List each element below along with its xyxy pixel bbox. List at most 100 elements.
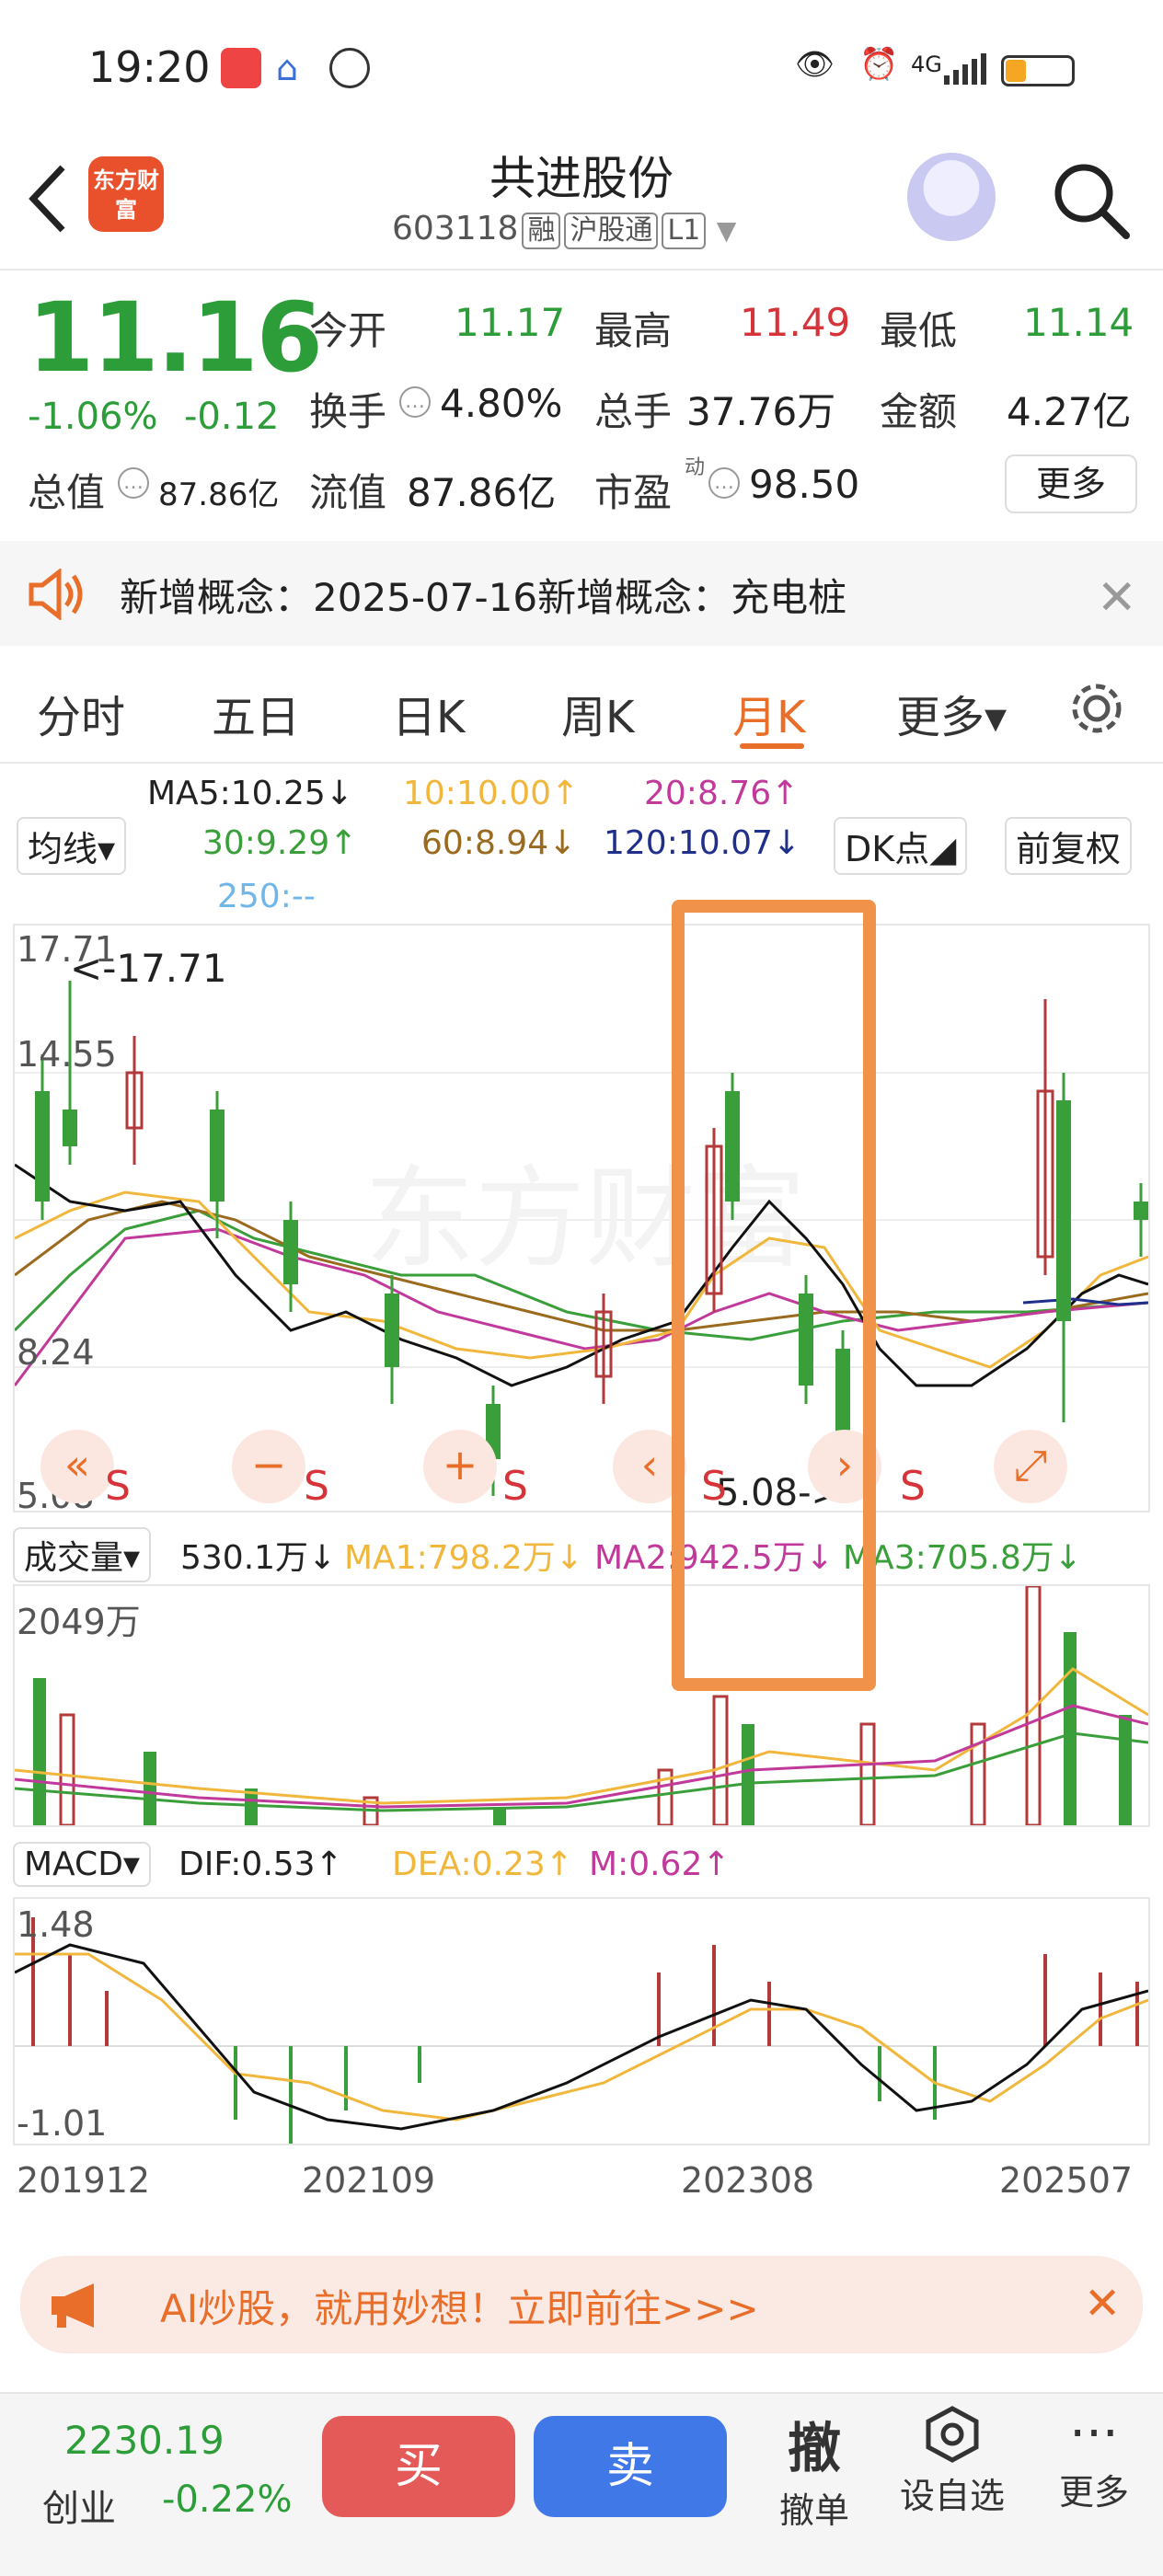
ma10-value: 10:10.00↑ [403,775,580,812]
turnover-value: 4.80% [440,381,563,426]
macd-selector[interactable]: MACD▾ [13,1842,151,1887]
macd-bottom-label: -1.01 [17,2103,108,2144]
active-tab-indicator [740,743,804,749]
cancel-order-button[interactable]: 撤 撤单 [754,2405,874,2533]
divider [0,269,1163,270]
turnover-label: 换手 [309,389,387,434]
eye-icon: 👁 [795,46,835,83]
sell-signal-marker: S [502,1463,528,1510]
tag-margin: 融 [522,213,561,249]
tag-level: L1 [662,213,707,249]
kline-chart[interactable]: 东方财富 [13,924,1150,1512]
low-label: 最低 [880,308,958,353]
signal-icon [944,53,988,85]
amount-label: 金额 [880,389,958,434]
tab-daily-k[interactable]: 日K [392,681,465,745]
cancel-label: 撤单 [778,2490,849,2531]
macd-chart[interactable] [13,1897,1150,2145]
gear-icon[interactable] [1067,679,1126,738]
kline-y-2: 14.55 [17,1034,117,1075]
x-axis-label: 202308 [681,2160,815,2201]
search-icon[interactable] [1049,158,1132,241]
volume-ma1: MA1:798.2万↓ [344,1539,583,1577]
app-notification-icon [221,48,261,88]
x-axis-label: 201912 [17,2160,151,2201]
more-dots-icon: ··· [1069,2404,1119,2464]
fullscreen-button[interactable]: ⤢ [994,1430,1067,1503]
macd-dea: DEA:0.23↑ [392,1846,573,1883]
tab-more[interactable]: 更多▾ [896,681,1007,745]
close-icon[interactable]: ✕ [1084,2278,1121,2329]
volume-ma3: MA3:705.8万↓ [843,1539,1082,1577]
tab-five-day[interactable]: 五日 [212,681,300,745]
notice-text: 新增概念：2025-07-16新增概念：充电桩 [120,575,847,620]
cancel-icon: 撤 [787,2417,841,2479]
high-label: 最高 [594,308,673,353]
scroll-left-fast-button[interactable]: « [40,1430,114,1503]
total-mv-label: 总值 [28,470,106,515]
float-mv-label: 流值 [309,470,387,515]
pe-dynamic-mark: 动 [685,456,706,479]
sell-signal-marker: S [900,1463,926,1510]
quote-more-button[interactable]: 更多 [1005,454,1137,513]
volume-current: 530.1万↓ [180,1539,337,1577]
tab-intraday[interactable]: 分时 [37,681,125,745]
status-time: 19:20 [88,42,211,92]
ma5-value: MA5:10.25↓ [147,775,353,812]
high-value: 11.49 [740,300,851,345]
network-indicator: 4G [911,52,942,77]
open-label: 今开 [309,308,387,353]
volume-value: 37.76万 [686,389,836,434]
index-name: 创业 [42,2488,116,2530]
ma120-value: 120:10.07↓ [604,824,801,862]
hand-icon [329,48,370,88]
total-mv-value: 87.86亿 [158,477,280,513]
stock-code: 603118 [392,210,519,247]
volume-label: 总手 [594,389,673,434]
tab-weekly-k[interactable]: 周K [561,681,634,745]
zoom-in-button[interactable]: + [423,1430,497,1503]
close-icon[interactable]: ✕ [1097,570,1137,626]
hexagon-target-icon [926,2406,979,2463]
x-axis-label: 202109 [302,2160,436,2201]
ma30-value: 30:9.29↑ [202,824,358,862]
kline-y-3: 8.24 [17,1332,95,1373]
speaker-icon [29,569,83,620]
info-icon[interactable]: … [118,467,149,499]
pin-notification-icon: ⌂ [276,48,299,88]
index-change: -0.22% [162,2478,293,2521]
volume-selector[interactable]: 成交量▾ [13,1527,152,1582]
more-menu-button[interactable]: ··· 更多 [1034,2405,1154,2514]
info-icon[interactable]: … [399,386,431,418]
x-axis-label: 202507 [999,2160,1134,2201]
battery-icon [1001,55,1075,86]
pe-label: 市盈 [594,470,673,515]
ma60-value: 60:8.94↓ [421,824,577,862]
watch-label: 设自选 [899,2476,1005,2516]
add-watchlist-button[interactable]: 设自选 [892,2405,1012,2518]
volume-max-label: 2049万 [17,1602,141,1642]
assistant-avatar[interactable] [907,153,996,241]
volume-svg [14,1584,1149,1827]
dk-point-selector[interactable]: DK点◢ [834,817,968,875]
volume-chart[interactable] [13,1584,1150,1827]
sell-signal-marker: S [105,1463,131,1510]
macd-top-label: 1.48 [17,1904,95,1945]
ma-selector[interactable]: 均线▾ [17,817,127,875]
macd-m: M:0.62↑ [589,1846,731,1883]
open-value: 11.17 [455,300,566,345]
index-value[interactable]: 2230.19 [64,2418,225,2463]
tag-connect: 沪股通 [564,213,659,249]
dropdown-icon: ▼ [716,215,737,246]
kline-svg: 东方财富 [13,981,1149,1496]
stock-code-row[interactable]: 603118 融沪股通 L1 ▼ [392,210,736,249]
tab-monthly-k[interactable]: 月K [732,681,805,745]
buy-button[interactable]: 买 [322,2416,515,2517]
adjust-selector[interactable]: 前复权 [1005,817,1133,875]
sell-signal-marker: S [304,1463,329,1510]
low-value: 11.14 [1023,300,1134,345]
float-mv-value: 87.86亿 [407,470,557,515]
zoom-out-button[interactable]: − [232,1430,305,1503]
sell-button[interactable]: 卖 [534,2416,727,2517]
info-icon[interactable]: … [708,467,740,499]
